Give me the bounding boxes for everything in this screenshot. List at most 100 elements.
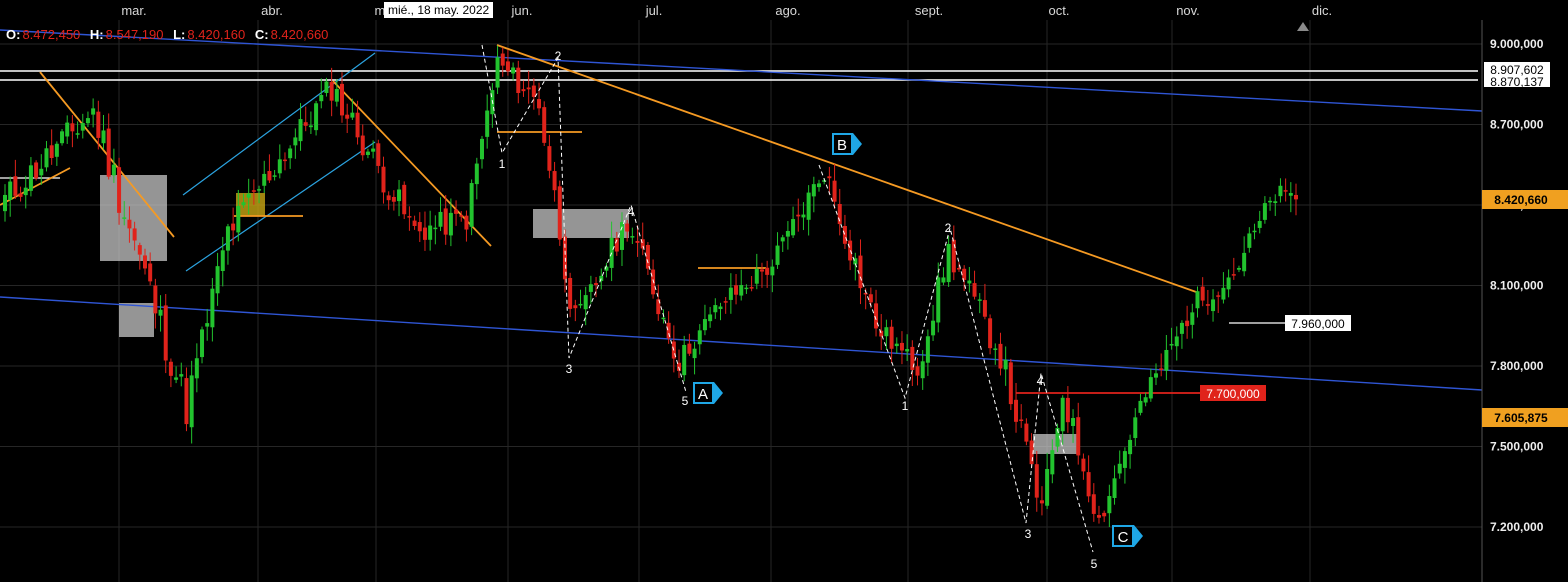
candle-body [350,112,355,118]
x-tick-label: oct. [1049,3,1070,18]
candle-body [137,245,142,255]
candle-body [775,245,780,265]
candle [542,101,547,147]
note-tag-red[interactable]: 7.700,000 [1200,385,1266,401]
candle-body [1060,397,1065,432]
candle-body [832,180,837,202]
x-tick-label: nov. [1176,3,1200,18]
count-1b: 1 [902,399,909,413]
candle-body [547,146,552,171]
candle-body [697,330,702,345]
candle-body [1185,320,1190,327]
x-axis-bg [0,0,1482,20]
candle-body [749,287,754,289]
price-axis[interactable]: 9.000,0008.700,0008.400,0008.100,0007.80… [1481,20,1568,582]
candle-body [718,306,723,310]
open-value: 8.472,450 [22,27,81,42]
count-3b: 3 [1025,527,1032,541]
candle-body [1221,287,1226,300]
note-tag-white[interactable]: 7.960,000 [1285,315,1351,331]
candle-body [1096,515,1101,518]
candle-body [972,283,977,297]
ohlc-readout: O: 8.472,450 H: 8.547,190 L: 8.420,160 C: 8.… [0,27,328,43]
candle-body [132,228,137,241]
candlestick-chart[interactable]: 1 2 3 4 5 1 2 3 4 5 A B C 7.960,000 7.70… [0,0,1568,582]
x-tick-label: dic. [1312,3,1332,18]
candle-body [1138,400,1143,413]
candle-body [1019,419,1024,421]
candle-body [251,190,256,192]
candle-body [635,240,640,243]
candle-body [1278,185,1283,197]
x-tick-label: jul. [645,3,663,18]
candle-body [464,215,469,230]
candle [1008,358,1013,411]
candle-body [578,303,583,306]
svg-text:7.700,000: 7.700,000 [1206,387,1260,401]
count-4: 4 [628,205,635,219]
candle-body [13,176,18,196]
candle-body [594,283,599,285]
candle-body [858,255,863,289]
candle-body [1154,373,1159,378]
candle-body [127,219,132,229]
candle-body [511,67,516,74]
candle-body [993,348,998,350]
candle-body [376,143,381,166]
candle-body [293,137,298,146]
candle-body [1086,472,1091,497]
candle-body [360,135,365,156]
candle-body [194,358,199,379]
candle-body [708,314,713,322]
candle-body [365,151,370,155]
candle-body [521,89,526,92]
candle-body [1247,233,1252,248]
candle-body [448,212,453,236]
candle-body [879,330,884,337]
candle-body [1252,230,1257,233]
candle-body [557,186,562,240]
candle-body [625,223,630,232]
candle-body [1122,451,1127,468]
candle-body [505,61,510,72]
svg-text:8.420,660: 8.420,660 [1494,193,1548,207]
candle-body [1008,362,1013,405]
candle-body [1273,201,1278,204]
candle-body [49,145,54,159]
candle-body [262,173,267,186]
candle-body [469,183,474,227]
svg-text:7.960,000: 7.960,000 [1291,317,1345,331]
candle-body [713,305,718,313]
candle-body [75,133,80,135]
candle-body [34,162,39,179]
candle-body [80,123,85,131]
candle-body [148,263,153,282]
candle-body [967,280,972,284]
candle-body [1102,512,1107,517]
candle-body [8,181,13,200]
candle-body [231,223,236,231]
candle-body [796,214,801,217]
candle-body [65,122,70,137]
candle-body [500,53,505,66]
candle-body [599,275,604,282]
candle-body [739,285,744,296]
x-tick-label: abr. [261,3,283,18]
candle-body [687,343,692,354]
candle-body [920,361,925,379]
candle-body [267,170,272,181]
svg-text:7.605,875: 7.605,875 [1494,411,1548,425]
candle-body [765,267,770,275]
candle-body [44,148,49,168]
candle-body [345,114,350,119]
candle-body [1288,193,1293,196]
candle-body [1268,200,1273,203]
candle-body [168,361,173,376]
candle-body [428,225,433,240]
candle-body [205,323,210,327]
candle-body [894,343,899,347]
candle-body [516,67,521,93]
candle-body [174,377,179,380]
candle-body [39,168,44,176]
candle-body [474,163,479,185]
